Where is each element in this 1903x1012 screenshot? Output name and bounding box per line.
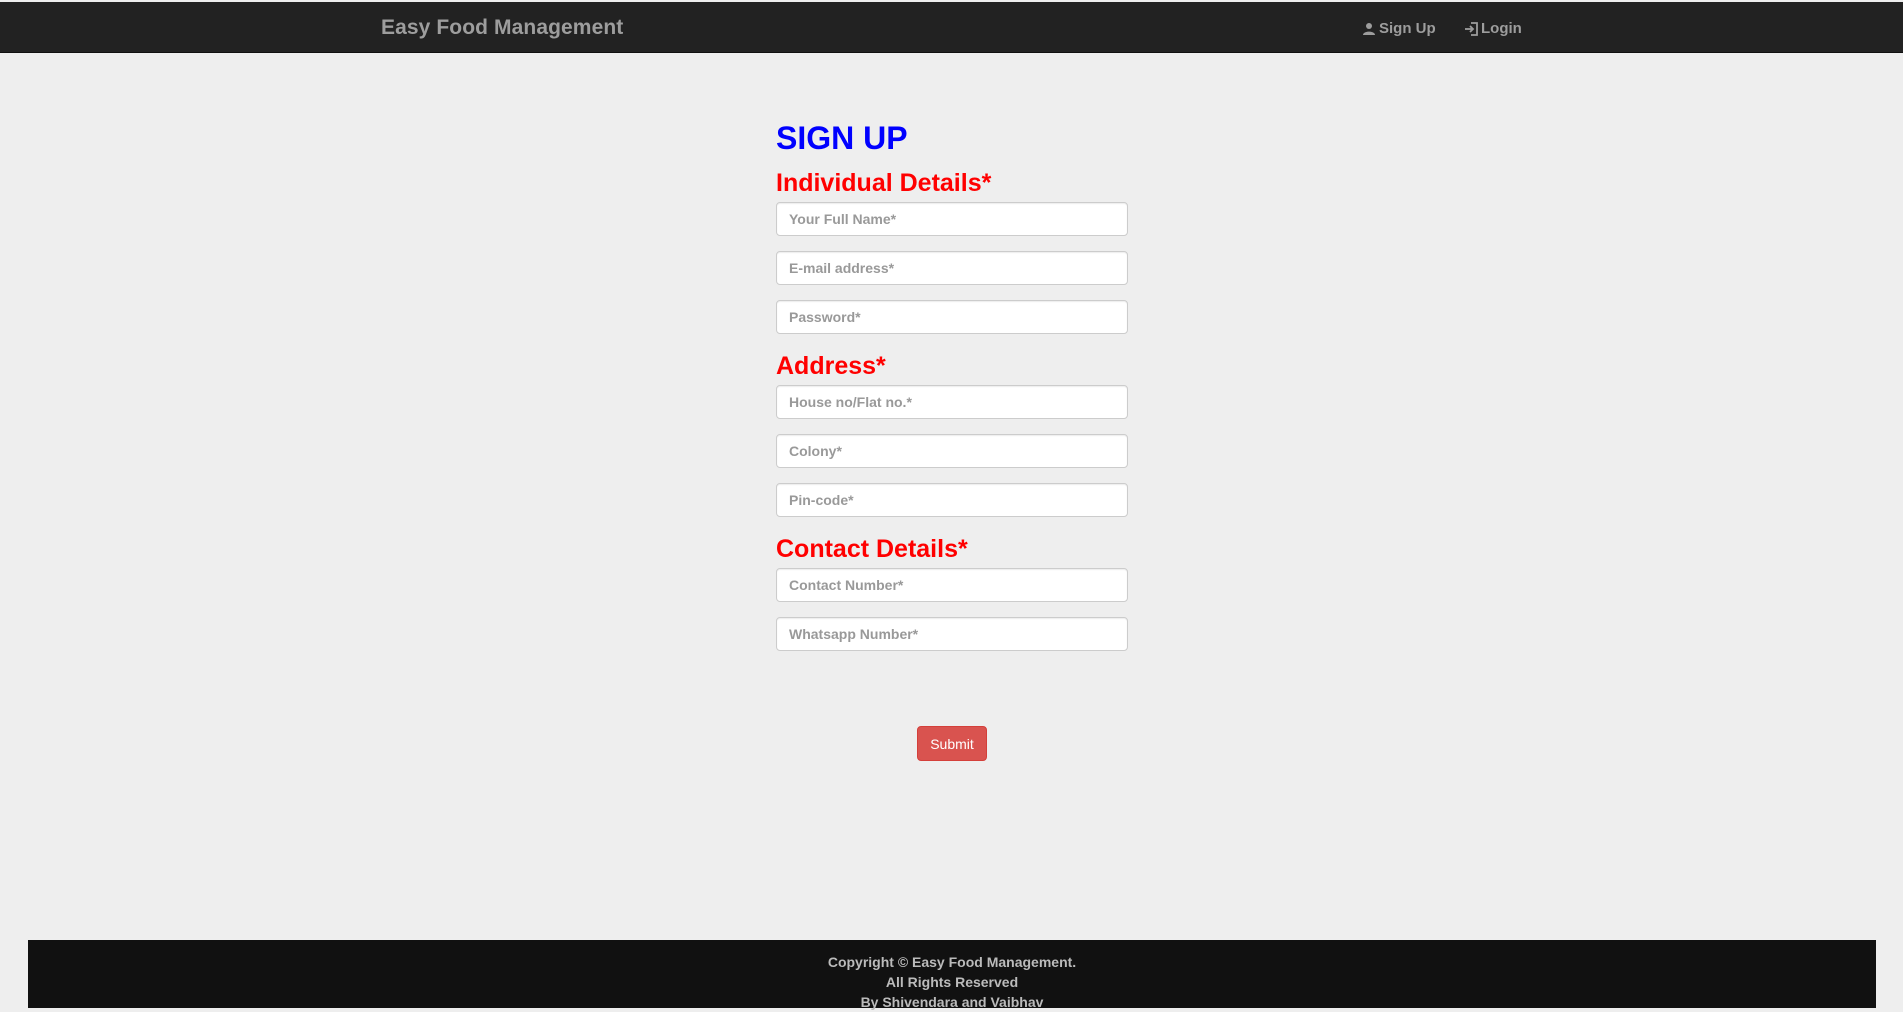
whatsapp-number-field[interactable] bbox=[776, 617, 1128, 651]
footer-rights: All Rights Reserved bbox=[885, 974, 1019, 990]
login-icon bbox=[1465, 21, 1478, 36]
address-heading: Address* bbox=[776, 352, 886, 380]
page-title: SIGN UP bbox=[776, 120, 908, 156]
submit-button[interactable]: Submit bbox=[917, 726, 987, 761]
footer-copyright: Copyright © Easy Food Management. bbox=[827, 954, 1077, 970]
colony-field[interactable] bbox=[776, 434, 1128, 468]
footer-authors: By Shivendara and Vaibhav bbox=[860, 994, 1044, 1010]
nav-signup-link[interactable]: Sign Up bbox=[1362, 20, 1436, 37]
nav-signup-label: Sign Up bbox=[1379, 20, 1436, 37]
contact-number-field[interactable] bbox=[776, 568, 1128, 602]
page-footer: Copyright © Easy Food Management. All Ri… bbox=[28, 940, 1876, 1010]
full-name-field[interactable] bbox=[776, 202, 1128, 236]
top-navbar: Easy Food Management Sign Up Login bbox=[0, 2, 1903, 53]
nav-login-link[interactable]: Login bbox=[1464, 20, 1522, 37]
signup-form: SIGN UP Individual Details* Address* Con… bbox=[776, 118, 1128, 651]
brand-link[interactable]: Easy Food Management bbox=[381, 16, 623, 40]
contact-details-heading: Contact Details* bbox=[776, 535, 968, 563]
email-field[interactable] bbox=[776, 251, 1128, 285]
password-field[interactable] bbox=[776, 300, 1128, 334]
house-number-field[interactable] bbox=[776, 385, 1128, 419]
pincode-field[interactable] bbox=[776, 483, 1128, 517]
user-icon bbox=[1363, 22, 1375, 35]
nav-login-label: Login bbox=[1481, 20, 1522, 37]
individual-details-heading: Individual Details* bbox=[776, 169, 992, 197]
